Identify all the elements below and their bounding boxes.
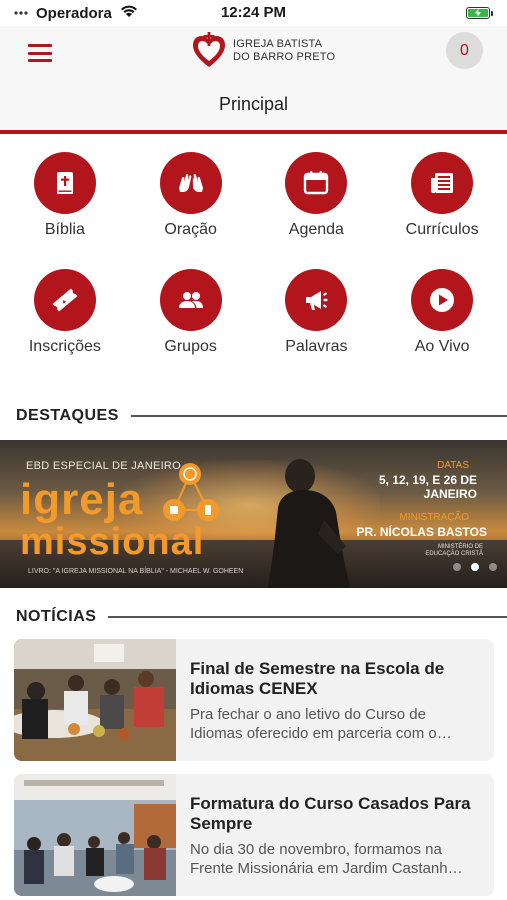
status-time: 12:24 PM bbox=[220, 4, 287, 21]
menu-item-label: Inscrições bbox=[28, 338, 101, 355]
banner-ministry-label: MINISTRAÇÃO bbox=[399, 512, 469, 523]
menu-item-label: Ao Vivo bbox=[414, 338, 470, 355]
menu-item-label: Grupos bbox=[164, 338, 217, 355]
news-heading-label: NOTÍCIAS bbox=[16, 608, 97, 625]
megaphone-icon bbox=[285, 269, 348, 331]
news-heading: NOTÍCIAS bbox=[16, 608, 507, 626]
header-divider bbox=[0, 130, 507, 134]
page-title: Principal bbox=[218, 94, 289, 114]
carousel-pager[interactable] bbox=[453, 563, 497, 571]
menu-item-label: Agenda bbox=[288, 221, 344, 238]
news-title: Final de Semestre na Escola de Idiomas C… bbox=[190, 659, 445, 698]
menu-item-inscricoes[interactable]: Inscrições bbox=[2, 269, 128, 356]
status-bar: Operadora 12:24 PM bbox=[0, 0, 507, 26]
person-silhouette-image bbox=[268, 459, 350, 588]
highlight-banner[interactable]: EBD ESPECIAL DE JANEIRO igreja missional… bbox=[0, 440, 507, 588]
news-title: Formatura do Curso Casados Para Sempre bbox=[190, 794, 471, 833]
highlights-heading-label: DESTAQUES bbox=[16, 407, 119, 424]
highlights-heading: DESTAQUES bbox=[16, 407, 507, 425]
menu-item-oracao[interactable]: Oração bbox=[128, 152, 254, 239]
menu-item-palavras[interactable]: Palavras bbox=[254, 269, 380, 356]
menu-item-label: Palavras bbox=[285, 338, 348, 355]
carousel-dot[interactable] bbox=[453, 563, 461, 571]
menu-item-curriculos[interactable]: Currículos bbox=[379, 152, 505, 239]
menu-item-label: Oração bbox=[164, 221, 217, 238]
banner-pastor: PR. NÍCOLAS BASTOS bbox=[356, 525, 487, 539]
menu-item-agenda[interactable]: Agenda bbox=[254, 152, 380, 239]
banner-dates-label: DATAS bbox=[437, 460, 469, 471]
play-icon bbox=[411, 269, 474, 331]
menu-item-label: Bíblia bbox=[44, 221, 85, 238]
hamburger-menu-icon[interactable] bbox=[28, 44, 52, 62]
ticket-icon bbox=[33, 269, 96, 331]
carousel-dot[interactable] bbox=[471, 563, 479, 571]
cart-count-badge[interactable]: 0 bbox=[446, 32, 483, 69]
group-icon bbox=[159, 269, 222, 331]
news-thumbnail-image bbox=[14, 639, 176, 761]
carousel-dot[interactable] bbox=[489, 563, 497, 571]
banner-dates: 5, 12, 19, E 26 DE JANEIRO bbox=[378, 473, 477, 501]
network-globe-icon bbox=[163, 463, 219, 521]
logo-line-1: IGREJA BATISTA bbox=[233, 38, 323, 50]
banner-kicker: EBD ESPECIAL DE JANEIRO bbox=[26, 460, 182, 472]
news-excerpt: No dia 30 de novembro, formamos na Frent… bbox=[190, 841, 463, 877]
logo-line-2: DO BARRO PRETO bbox=[233, 51, 336, 63]
bible-icon bbox=[33, 152, 96, 214]
heart-cross-logo-icon bbox=[193, 32, 225, 67]
banner-title-line-1: igreja bbox=[20, 475, 144, 524]
calendar-icon bbox=[285, 152, 348, 214]
newspaper-icon bbox=[411, 152, 474, 214]
menu-item-biblia[interactable]: Bíblia bbox=[2, 152, 128, 239]
menu-item-label: Currículos bbox=[405, 221, 479, 238]
app-header: IGREJA BATISTA DO BARRO PRETO 0 Principa… bbox=[0, 26, 507, 130]
news-card[interactable]: Formatura do Curso Casados Para Sempre N… bbox=[14, 774, 494, 896]
news-excerpt: Pra fechar o ano letivo do Curso de Idio… bbox=[190, 706, 452, 742]
banner-book: LIVRO: "A IGREJA MISSIONAL NA BÍBLIA" - … bbox=[28, 568, 244, 575]
menu-item-grupos[interactable]: Grupos bbox=[128, 269, 254, 356]
banner-department: MINISTÉRIO DE EDUCAÇÃO CRISTÃ bbox=[425, 544, 483, 557]
news-thumbnail-image bbox=[14, 774, 176, 896]
menu-item-ao-vivo[interactable]: Ao Vivo bbox=[379, 269, 505, 356]
news-card[interactable]: Final de Semestre na Escola de Idiomas C… bbox=[14, 639, 494, 761]
menu-grid: Bíblia Oração Agenda Currículos Inscriçõ… bbox=[0, 152, 507, 356]
church-logo: IGREJA BATISTA DO BARRO PRETO bbox=[191, 32, 335, 70]
praying-hands-icon bbox=[159, 152, 222, 214]
